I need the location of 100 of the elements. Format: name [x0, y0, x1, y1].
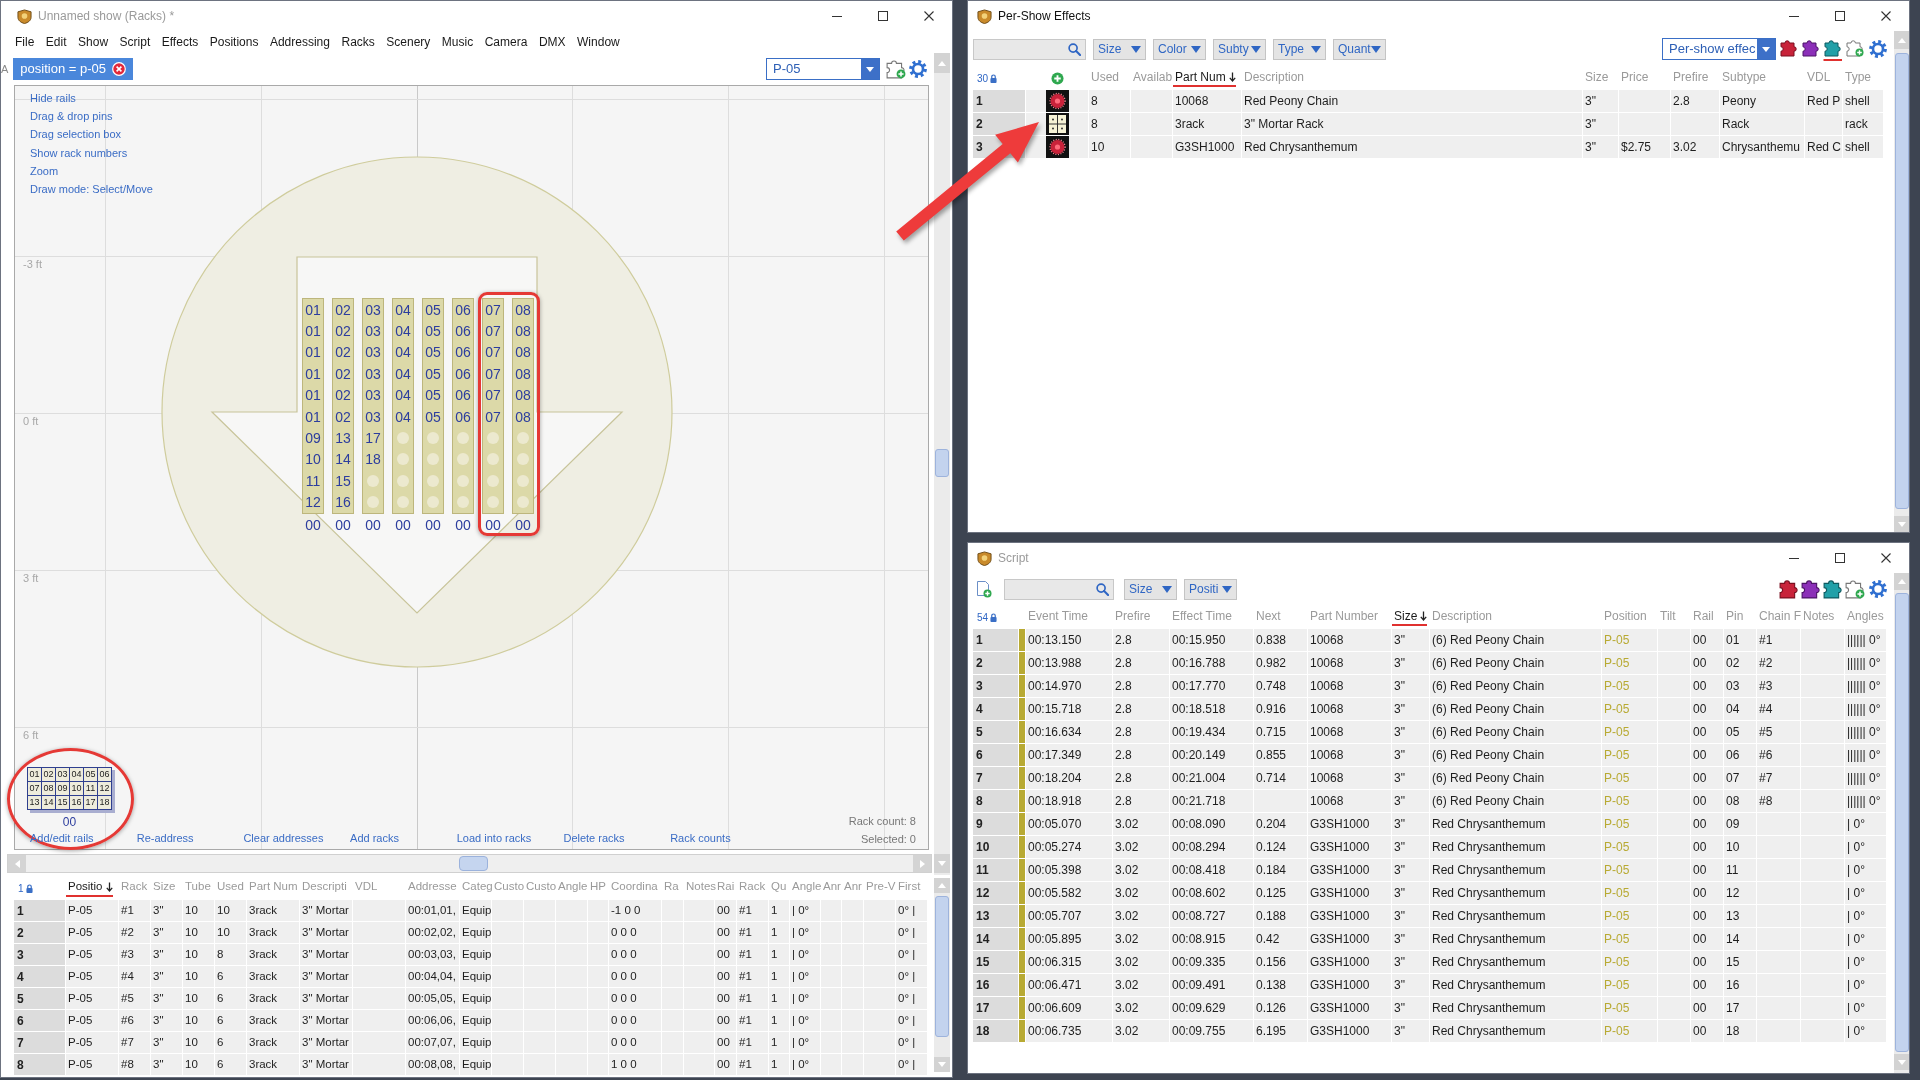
- column-header[interactable]: Rack: [737, 879, 766, 897]
- menu-item[interactable]: Scenery: [386, 36, 431, 48]
- column-header[interactable]: Angles: [1845, 608, 1884, 626]
- settings-icon[interactable]: [1869, 580, 1887, 598]
- column-header[interactable]: Angle: [556, 879, 588, 897]
- filter-chip[interactable]: position = p-05: [13, 58, 133, 80]
- scrollbar[interactable]: [7, 854, 932, 873]
- action-link[interactable]: Add racks: [350, 830, 399, 846]
- maximize-icon[interactable]: [1835, 553, 1845, 563]
- column-header[interactable]: Position: [1602, 608, 1647, 626]
- action-link[interactable]: Rack counts: [670, 830, 731, 846]
- column-header[interactable]: Prefire: [1113, 608, 1151, 626]
- column-header[interactable]: Next: [1254, 608, 1281, 626]
- minimize-icon[interactable]: [1789, 557, 1799, 559]
- close-icon[interactable]: [1881, 553, 1891, 563]
- menu-item[interactable]: Racks: [341, 36, 375, 48]
- scroll-thumb[interactable]: [935, 896, 949, 1037]
- tool-link[interactable]: Draw mode: Select/Move: [30, 180, 153, 199]
- column-header[interactable]: Positio: [66, 879, 113, 897]
- column-header[interactable]: Rail: [1691, 608, 1714, 626]
- column-header[interactable]: Categ: [460, 879, 493, 897]
- dropdown-button[interactable]: Size: [1124, 578, 1177, 600]
- close-icon[interactable]: [1881, 11, 1891, 21]
- column-header[interactable]: Qu: [769, 879, 787, 897]
- action-link[interactable]: Load into racks: [456, 830, 532, 846]
- column-header[interactable]: Price: [1619, 69, 1649, 87]
- puzzle-icon[interactable]: [1823, 579, 1842, 599]
- column-header[interactable]: Description: [1430, 608, 1493, 626]
- settings-icon[interactable]: [1869, 40, 1887, 58]
- menu-item[interactable]: Edit: [45, 36, 67, 48]
- dropdown-button[interactable]: Quant: [1333, 38, 1386, 60]
- settings-icon[interactable]: [909, 60, 927, 78]
- column-header[interactable]: VDL: [353, 879, 378, 897]
- column-header[interactable]: Anr: [842, 879, 862, 897]
- column-header[interactable]: Part Num: [247, 879, 298, 897]
- column-header[interactable]: Effect Time: [1170, 608, 1232, 626]
- column-header[interactable]: VDL: [1805, 69, 1831, 87]
- maximize-icon[interactable]: [878, 11, 888, 21]
- dropdown-button[interactable]: Color: [1153, 38, 1206, 60]
- column-header[interactable]: Part Num: [1173, 69, 1236, 87]
- dropdown-button[interactable]: Subty: [1213, 38, 1266, 60]
- menu-item[interactable]: DMX: [538, 36, 566, 48]
- column-header[interactable]: Coordina: [609, 879, 658, 897]
- scroll-thumb[interactable]: [1895, 53, 1909, 509]
- menu-item[interactable]: Window: [577, 36, 620, 48]
- minimize-icon[interactable]: [1789, 15, 1799, 17]
- column-header[interactable]: Anr: [821, 879, 841, 897]
- menu-item[interactable]: Script: [119, 36, 151, 48]
- close-icon[interactable]: [924, 11, 934, 21]
- scroll-thumb[interactable]: [459, 856, 488, 871]
- search-field[interactable]: [1004, 578, 1114, 600]
- puzzle-add-icon[interactable]: [1845, 579, 1865, 599]
- column-header[interactable]: Part Number: [1308, 608, 1379, 626]
- column-header[interactable]: Descripti: [300, 879, 347, 897]
- column-header[interactable]: Subtype: [1720, 69, 1767, 87]
- column-header[interactable]: Type: [1843, 69, 1871, 87]
- column-header[interactable]: Pre-V: [864, 879, 896, 897]
- menu-item[interactable]: Show: [78, 36, 109, 48]
- maximize-icon[interactable]: [1835, 11, 1845, 21]
- column-header[interactable]: Notes: [1801, 608, 1835, 626]
- column-header[interactable]: Custo: [492, 879, 525, 897]
- tool-link[interactable]: Show rack numbers: [30, 143, 128, 162]
- minimize-icon[interactable]: [832, 15, 842, 17]
- column-header[interactable]: Prefire: [1671, 69, 1709, 87]
- menu-item[interactable]: Camera: [484, 36, 528, 48]
- column-header[interactable]: Size: [1583, 69, 1609, 87]
- column-header[interactable]: Used: [215, 879, 244, 897]
- search-icon[interactable]: [1068, 42, 1081, 56]
- column-header[interactable]: Size: [1392, 608, 1428, 626]
- action-link[interactable]: Delete racks: [563, 830, 625, 846]
- scrollbar[interactable]: [1894, 31, 1909, 532]
- menu-item[interactable]: Music: [441, 36, 474, 48]
- column-header[interactable]: Addresse: [406, 879, 457, 897]
- column-header[interactable]: Angle: [790, 879, 822, 897]
- new-document-icon[interactable]: [977, 580, 992, 598]
- column-header[interactable]: Custo: [524, 879, 557, 897]
- column-header[interactable]: Notes: [684, 879, 717, 897]
- column-header[interactable]: Description: [1242, 69, 1305, 87]
- dropdown-button[interactable]: Size: [1093, 38, 1146, 60]
- dropdown-select[interactable]: P-05: [766, 58, 880, 80]
- tool-link[interactable]: Zoom: [30, 161, 59, 180]
- column-header[interactable]: Event Time: [1026, 608, 1089, 626]
- menu-item[interactable]: Positions: [209, 36, 259, 48]
- menu-item[interactable]: Effects: [161, 36, 199, 48]
- search-icon[interactable]: [1096, 582, 1109, 596]
- scrollbar[interactable]: [934, 53, 950, 875]
- add-icon[interactable]: [1050, 71, 1064, 85]
- tool-link[interactable]: Hide rails: [30, 89, 76, 108]
- column-header[interactable]: Chain F: [1757, 608, 1802, 626]
- column-header[interactable]: Tube: [183, 879, 211, 897]
- search-field[interactable]: [973, 38, 1086, 60]
- menu-item[interactable]: File: [15, 36, 35, 48]
- action-link[interactable]: Re-address: [136, 830, 194, 846]
- tool-link[interactable]: Drag & drop pins: [30, 107, 113, 126]
- column-header[interactable]: Pin: [1724, 608, 1744, 626]
- action-link[interactable]: Clear addresses: [243, 830, 324, 846]
- puzzle-icon[interactable]: [1801, 579, 1820, 599]
- column-header[interactable]: Tilt: [1658, 608, 1676, 626]
- scrollbar[interactable]: [934, 878, 950, 1072]
- column-header[interactable]: Used: [1089, 69, 1119, 87]
